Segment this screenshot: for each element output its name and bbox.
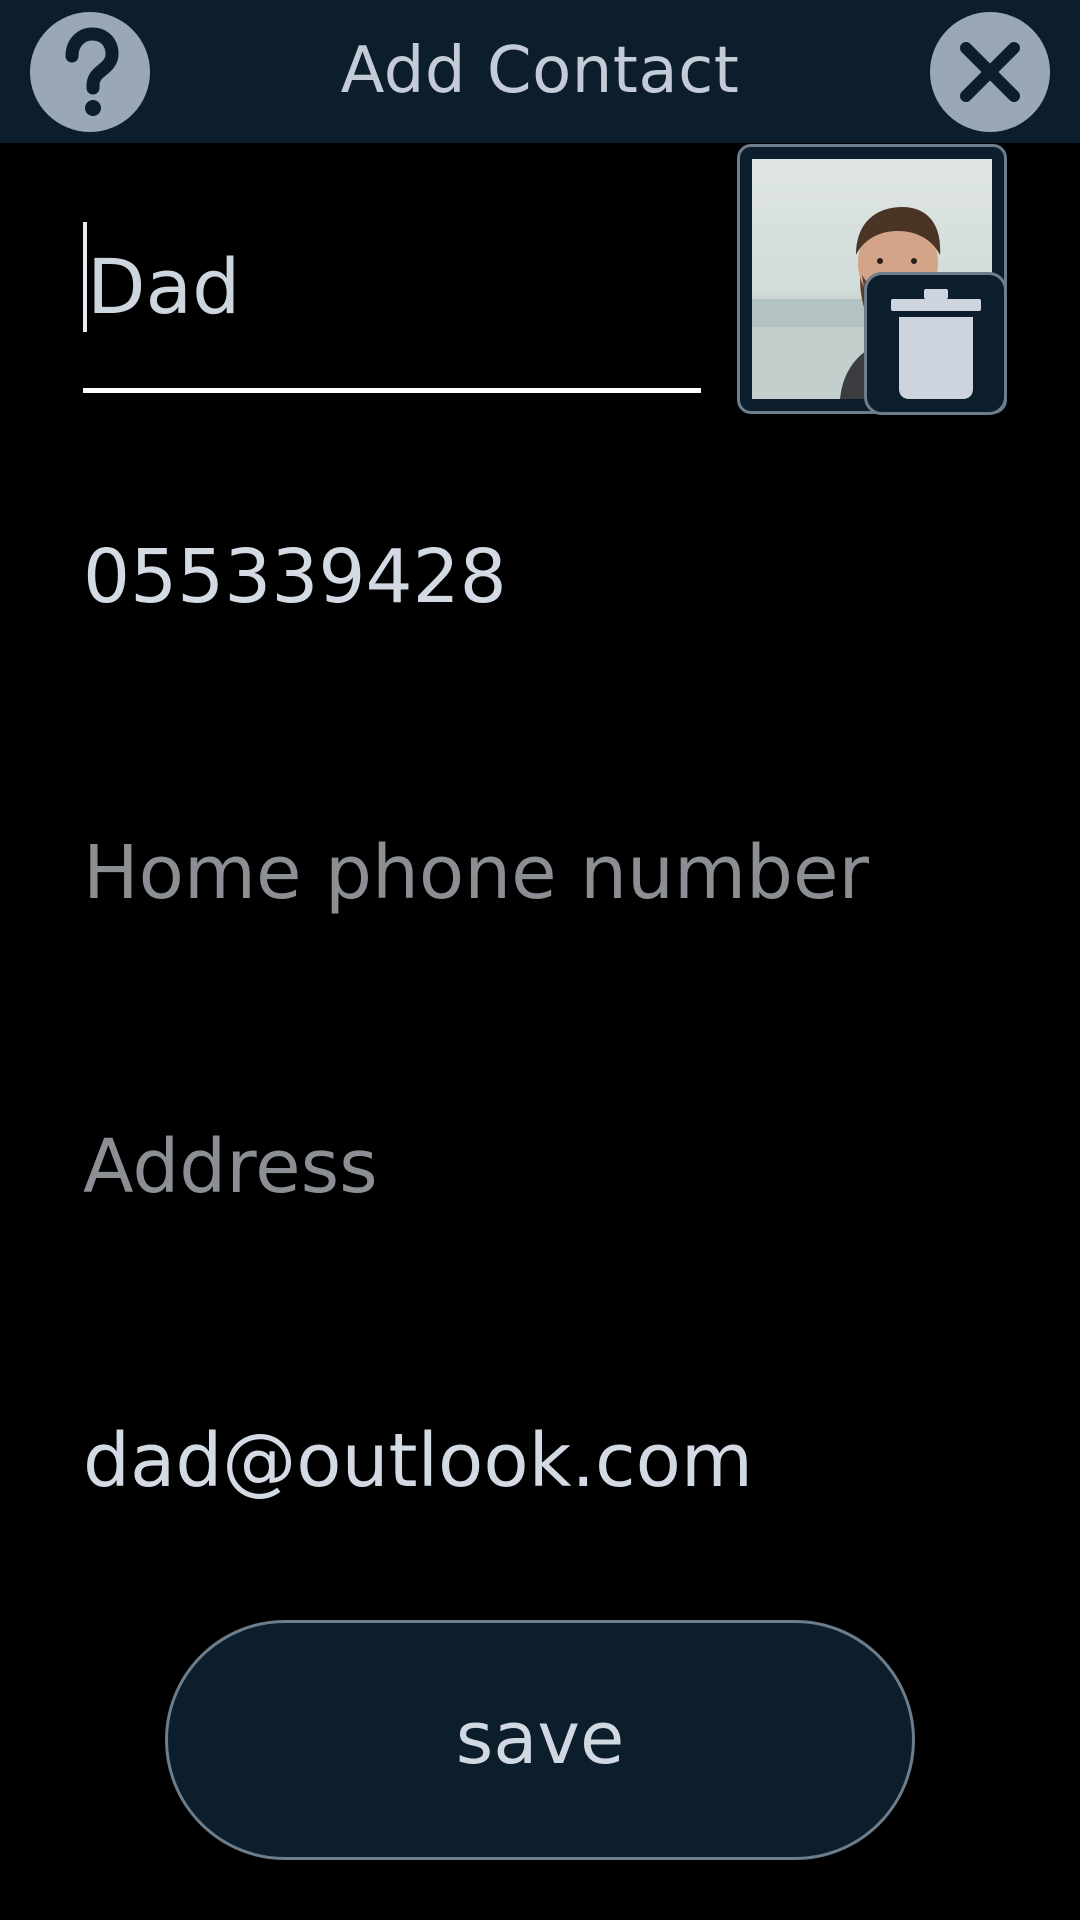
- header-bar: Add Contact: [0, 0, 1080, 143]
- save-button[interactable]: save: [165, 1620, 915, 1860]
- question-mark-icon: [65, 27, 119, 116]
- trash-icon: [890, 288, 981, 399]
- address-field[interactable]: [83, 1112, 983, 1222]
- delete-photo-button[interactable]: [864, 272, 1007, 415]
- name-input[interactable]: [83, 220, 701, 352]
- close-x-icon: [960, 42, 1020, 102]
- help-button[interactable]: [30, 12, 150, 132]
- close-button[interactable]: [930, 12, 1050, 132]
- mobile-phone-field[interactable]: [83, 522, 983, 632]
- text-caret: [83, 222, 87, 332]
- email-field[interactable]: [83, 1406, 983, 1516]
- name-field-container: [83, 220, 701, 393]
- page-title: Add Contact: [340, 34, 740, 108]
- name-field-underline: [83, 388, 701, 393]
- home-phone-field[interactable]: [83, 818, 983, 928]
- add-contact-screen: Add Contact Dad 055339428 Home phone num…: [0, 0, 1080, 1920]
